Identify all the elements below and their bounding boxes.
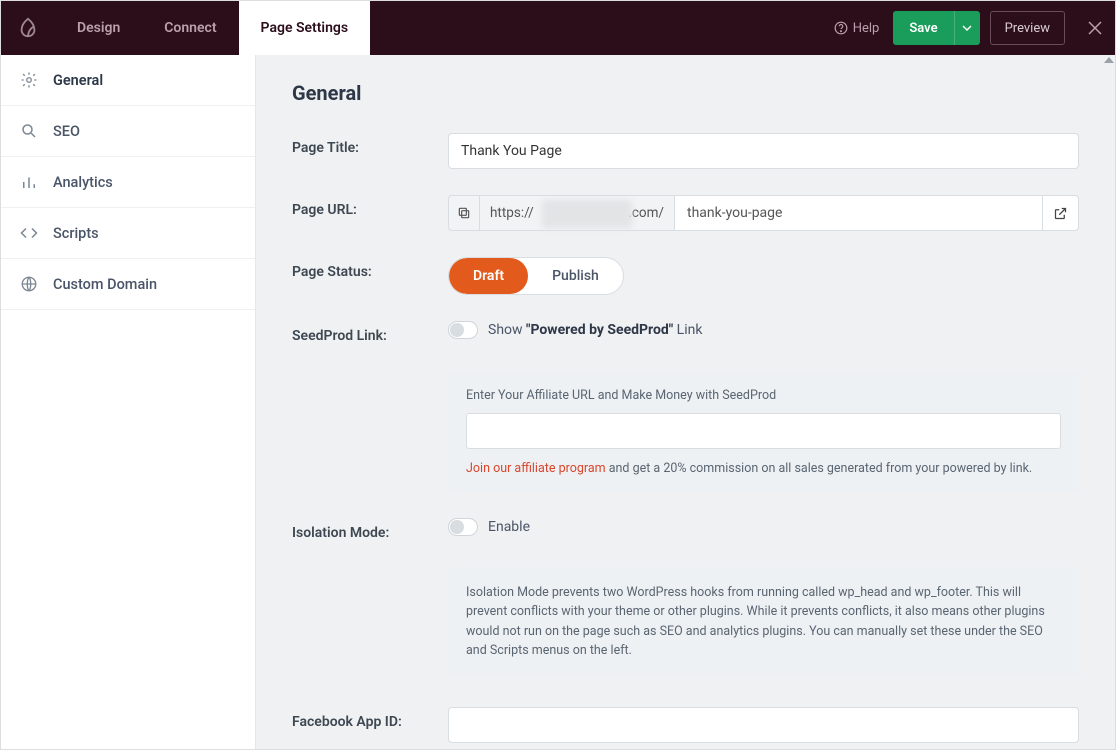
copy-url-button[interactable] [448,195,480,231]
isolation-mode-label: Isolation Mode: [292,518,448,541]
affiliate-note: Join our affiliate program and get a 20%… [466,461,1061,476]
topbar: Design Connect Page Settings Help Save P… [1,1,1115,55]
copy-icon [457,206,471,220]
scroll-up-icon[interactable] [1104,57,1114,63]
bar-chart-icon [19,173,39,191]
save-group: Save [893,11,979,45]
sidebar-item-label: Custom Domain [53,276,157,293]
affiliate-url-input[interactable] [466,413,1061,449]
preview-button[interactable]: Preview [990,11,1065,45]
gear-icon [19,71,39,89]
tab-connect[interactable]: Connect [142,1,238,55]
content-panel: General Page Title: Page URL: https:// .… [256,55,1115,749]
sidebar-item-scripts[interactable]: Scripts [1,208,255,259]
sidebar-item-label: SEO [53,123,80,140]
page-title-label: Page Title: [292,133,448,156]
help-label: Help [853,21,880,36]
page-url-group: https:// .com/ [448,195,1079,231]
redacted-domain [542,200,632,228]
page-status-label: Page Status: [292,257,448,280]
help-link[interactable]: Help [834,21,880,36]
search-icon [19,122,39,140]
isolation-enable-text: Enable [488,519,530,535]
app-logo [1,17,55,39]
seedprod-link-text: Show "Powered by SeedProd" Link [488,322,702,338]
sidebar-item-seo[interactable]: SEO [1,106,255,157]
close-button[interactable] [1075,20,1115,36]
save-dropdown[interactable] [954,11,980,45]
affiliate-hint: Enter Your Affiliate URL and Make Money … [466,388,1061,403]
sidebar-item-label: Analytics [53,174,113,191]
page-title-input[interactable] [448,133,1079,169]
status-publish-button[interactable]: Publish [528,258,623,294]
external-link-icon [1053,206,1068,221]
page-url-label: Page URL: [292,195,448,218]
globe-icon [19,275,39,293]
status-draft-button[interactable]: Draft [449,258,528,294]
sidebar-item-general[interactable]: General [1,55,255,106]
sidebar-item-analytics[interactable]: Analytics [1,157,255,208]
code-icon [19,224,39,242]
affiliate-join-link[interactable]: Join our affiliate program [466,461,606,476]
save-button[interactable]: Save [893,11,953,45]
tab-design[interactable]: Design [55,1,142,55]
sidebar-item-label: General [53,72,103,89]
seedprod-link-toggle[interactable] [448,321,478,339]
seedprod-link-label: SeedProd Link: [292,321,448,344]
isolation-mode-toggle[interactable] [448,518,478,536]
isolation-info-box: Isolation Mode prevents two WordPress ho… [448,567,1079,677]
main-tabs: Design Connect Page Settings [55,1,370,55]
section-title: General [292,81,1079,105]
facebook-app-id-input[interactable] [448,707,1079,743]
page-url-slug-input[interactable] [675,195,1043,231]
facebook-app-id-label: Facebook App ID: [292,707,448,730]
tab-page-settings[interactable]: Page Settings [239,1,371,55]
page-url-domain: https:// .com/ [480,195,675,231]
sidebar-item-custom-domain[interactable]: Custom Domain [1,259,255,310]
sidebar: General SEO Analytics Scripts Custom Dom… [1,55,256,749]
open-url-button[interactable] [1043,195,1079,231]
sidebar-item-label: Scripts [53,225,99,242]
page-status-toggle: Draft Publish [448,257,624,295]
affiliate-box: Enter Your Affiliate URL and Make Money … [448,370,1079,492]
